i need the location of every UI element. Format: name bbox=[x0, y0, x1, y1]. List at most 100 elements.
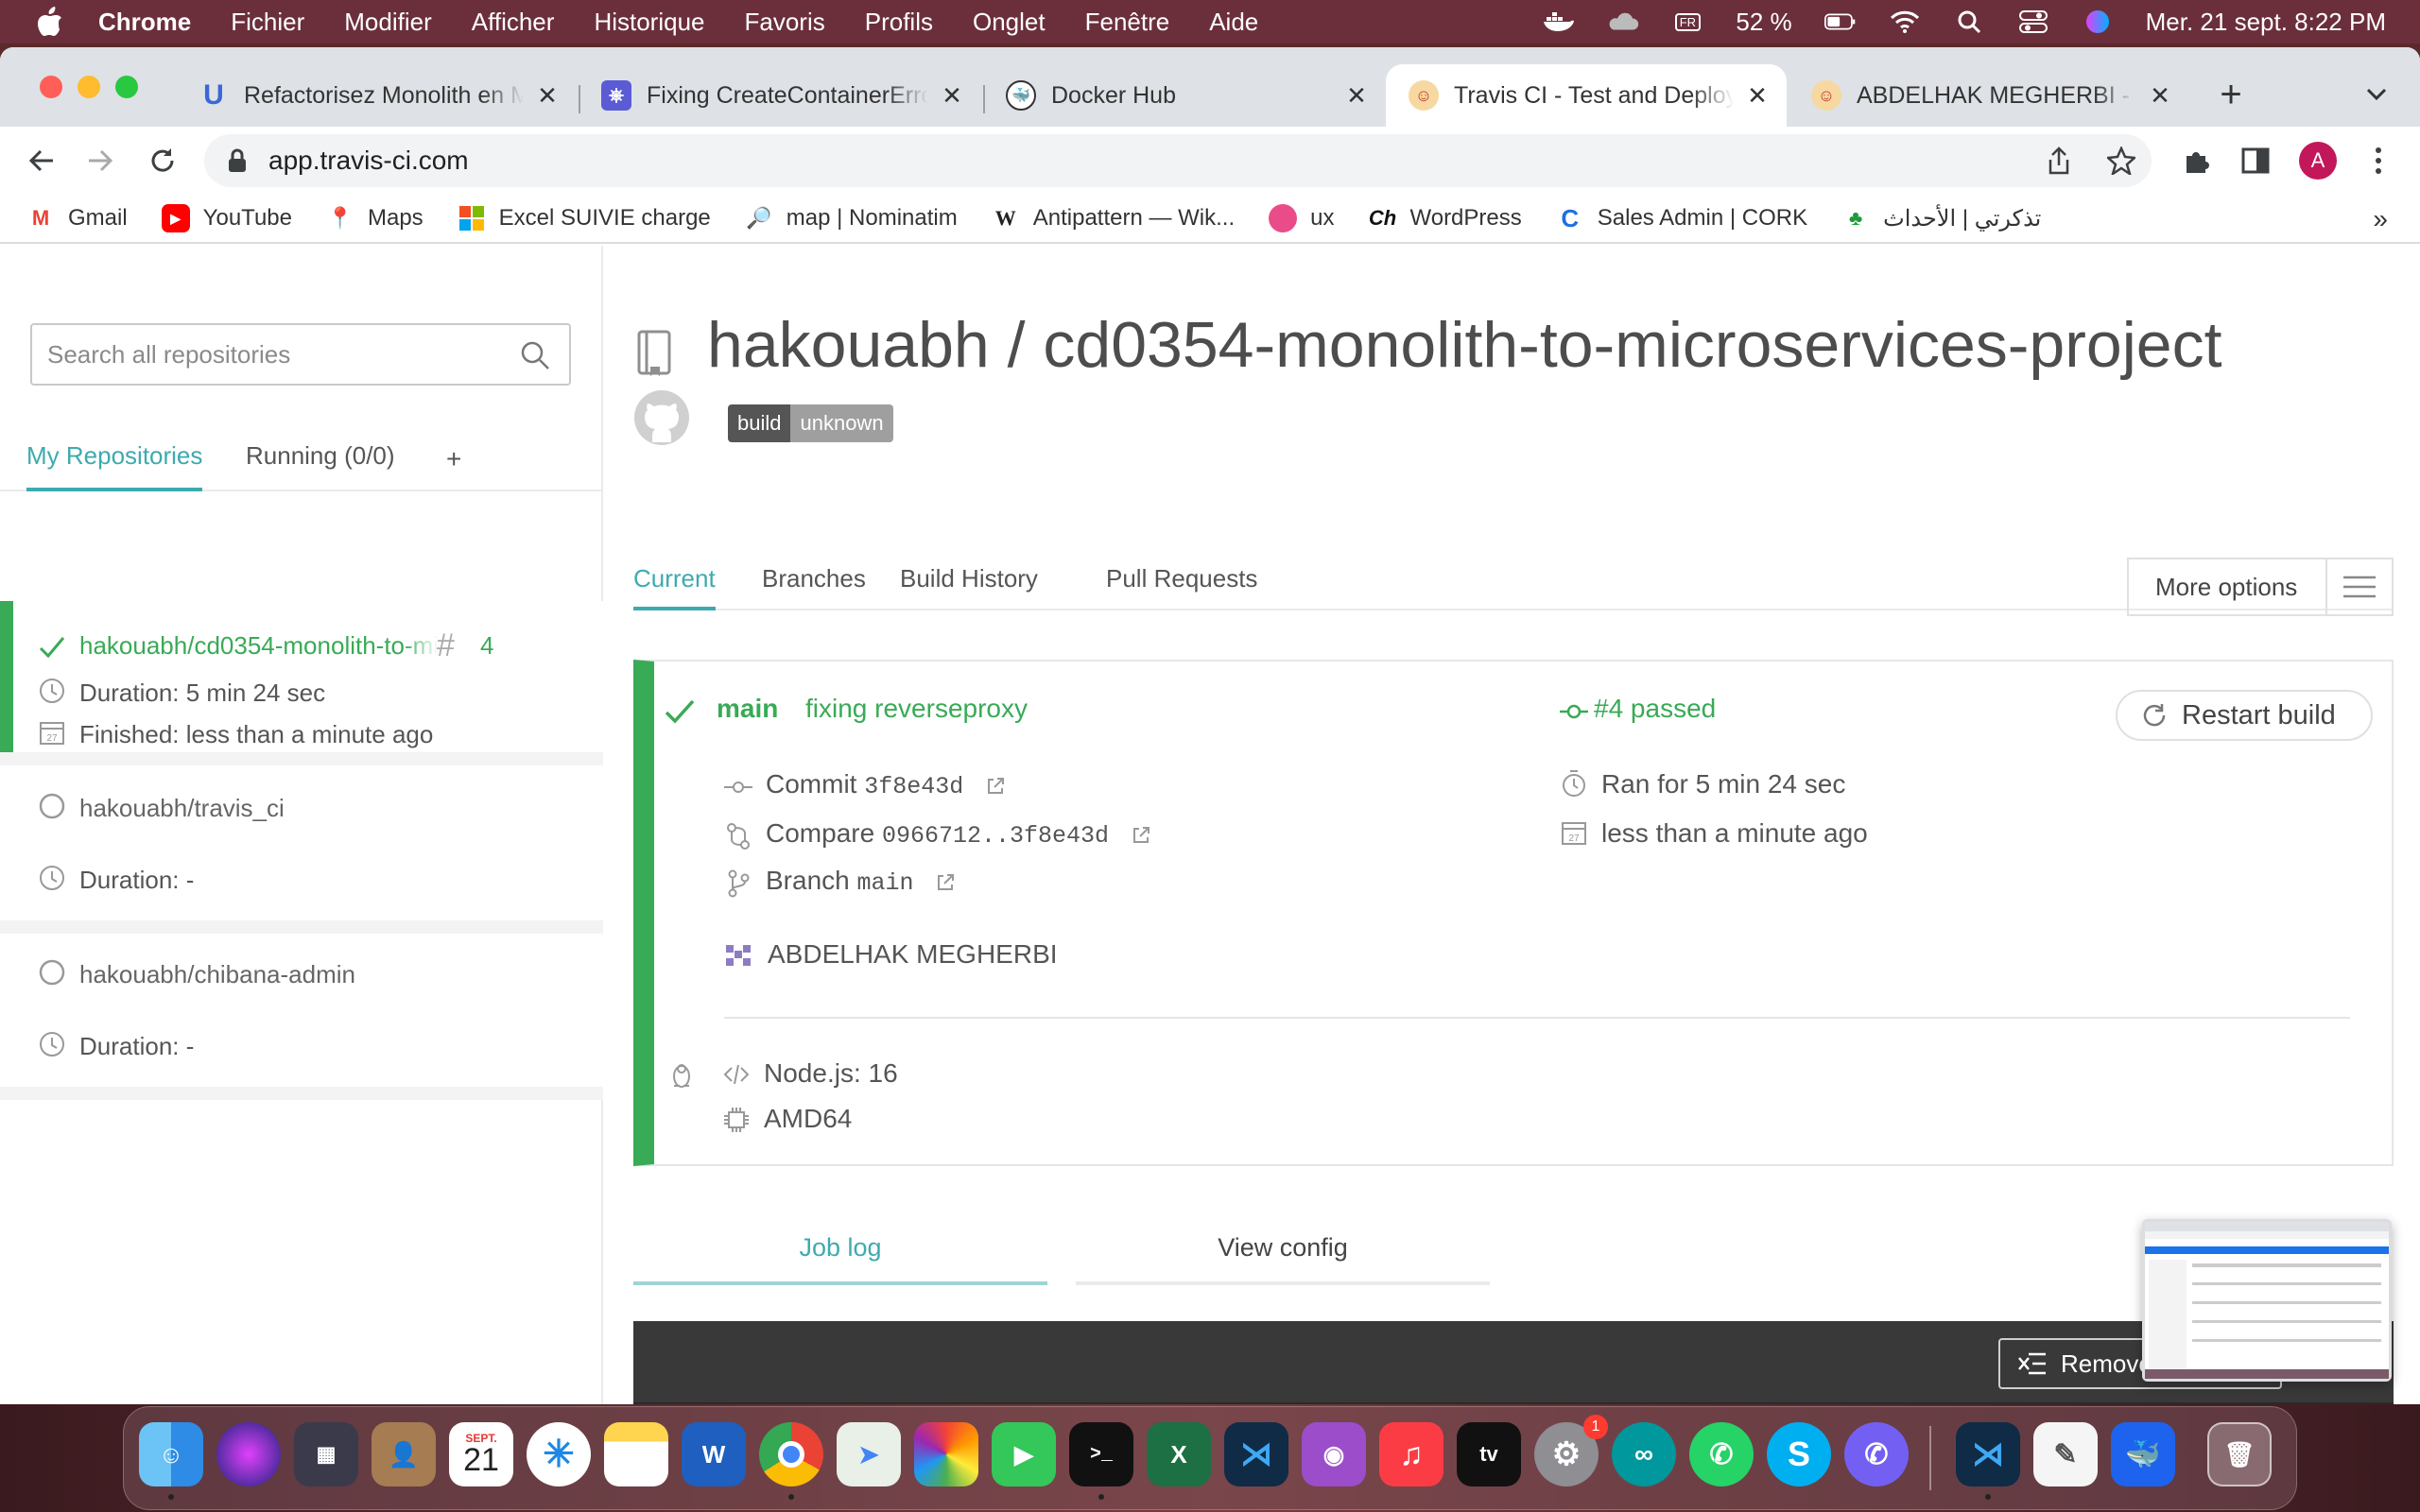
menu-fenetre[interactable]: Fenêtre bbox=[1085, 8, 1170, 37]
chrome-menu-kebab-icon[interactable] bbox=[2360, 142, 2397, 180]
bookmarks-overflow-button[interactable]: » bbox=[2373, 204, 2388, 234]
search-icon[interactable] bbox=[520, 340, 550, 370]
tab-view-config[interactable]: View config bbox=[1076, 1219, 1490, 1285]
commit-row[interactable]: Commit 3f8e43d bbox=[766, 769, 1005, 800]
tab-running[interactable]: Running (0/0) bbox=[246, 435, 395, 491]
cloud-icon[interactable] bbox=[1607, 9, 1639, 34]
more-options-button[interactable]: More options bbox=[2127, 558, 2394, 616]
menu-profils[interactable]: Profils bbox=[865, 8, 933, 37]
spotlight-search-icon[interactable] bbox=[1953, 9, 1985, 34]
tab-current[interactable]: Current bbox=[633, 558, 716, 610]
chrome-icon[interactable] bbox=[759, 1422, 823, 1486]
bookmark-maps[interactable]: 📍 Maps bbox=[326, 204, 423, 232]
repo-item-travis-ci[interactable]: hakouabh/travis_ci Duration: - bbox=[0, 765, 603, 920]
tab-branches[interactable]: Branches bbox=[762, 558, 866, 610]
menu-chrome[interactable]: Chrome bbox=[98, 8, 191, 37]
apple-tv-icon[interactable]: tv bbox=[1457, 1422, 1521, 1486]
tab-docker-hub[interactable]: 🐳 Docker Hub ✕ bbox=[983, 64, 1386, 127]
maps-icon[interactable]: ➤ bbox=[837, 1422, 901, 1486]
menu-aide[interactable]: Aide bbox=[1209, 8, 1258, 37]
repo-item-chibana-admin[interactable]: hakouabh/chibana-admin Duration: - bbox=[0, 934, 603, 1087]
bookmark-wikipedia[interactable]: W Antipattern — Wik... bbox=[992, 204, 1235, 232]
tab-my-repositories[interactable]: My Repositories bbox=[26, 435, 203, 491]
music-icon[interactable]: ♫ bbox=[1379, 1422, 1443, 1486]
repo-name-link[interactable]: hakouabh/travis_ci bbox=[79, 794, 285, 823]
external-link-icon[interactable] bbox=[936, 873, 955, 892]
share-icon[interactable] bbox=[2042, 144, 2076, 178]
vscode-window-icon[interactable]: ⋊ bbox=[1956, 1422, 2020, 1486]
trash-icon[interactable]: 🗑 bbox=[2207, 1422, 2272, 1486]
close-tab-icon[interactable]: ✕ bbox=[1344, 81, 1369, 110]
bookmark-wordpress[interactable]: Ch WordPress bbox=[1369, 204, 1522, 232]
word-icon[interactable]: W bbox=[682, 1422, 746, 1486]
external-link-icon[interactable] bbox=[986, 777, 1005, 796]
apple-logo-icon[interactable] bbox=[34, 6, 66, 38]
minimize-window-button[interactable] bbox=[78, 76, 100, 98]
bookmark-star-icon[interactable] bbox=[2104, 144, 2138, 178]
menu-modifier[interactable]: Modifier bbox=[344, 8, 431, 37]
extensions-puzzle-icon[interactable] bbox=[2178, 142, 2216, 180]
commit-message[interactable]: fixing reverseproxy bbox=[805, 694, 1028, 724]
menu-historique[interactable]: Historique bbox=[594, 8, 704, 37]
input-source-icon[interactable]: FR bbox=[1671, 9, 1703, 34]
tab-pull-requests[interactable]: Pull Requests bbox=[1106, 558, 1257, 610]
forward-arrow-icon[interactable] bbox=[79, 140, 121, 181]
profile-avatar[interactable]: A bbox=[2299, 142, 2337, 180]
podcasts-icon[interactable]: ◉ bbox=[1302, 1422, 1366, 1486]
build-status[interactable]: #4 passed bbox=[1594, 694, 1716, 724]
bookmark-ux[interactable]: ux bbox=[1269, 204, 1335, 232]
repo-item-cd0354[interactable]: hakouabh/cd0354-monolith-to-microservice… bbox=[0, 601, 603, 752]
finder-icon[interactable]: ☺ bbox=[139, 1422, 203, 1486]
bookmark-nominatim[interactable]: 🔎 map | Nominatim bbox=[745, 204, 958, 232]
excel-icon[interactable]: X bbox=[1147, 1422, 1211, 1486]
build-number[interactable]: 4 bbox=[480, 631, 493, 661]
docker-icon[interactable]: 🐳 bbox=[2111, 1422, 2175, 1486]
reload-icon[interactable] bbox=[142, 140, 183, 181]
battery-icon[interactable] bbox=[1824, 9, 1857, 34]
address-bar[interactable]: app.travis-ci.com bbox=[204, 134, 2152, 187]
tab-search-chevron-icon[interactable] bbox=[2358, 77, 2395, 112]
side-panel-icon[interactable] bbox=[2237, 142, 2274, 180]
wifi-icon[interactable] bbox=[1889, 9, 1921, 34]
notes-icon[interactable] bbox=[604, 1422, 668, 1486]
github-icon[interactable] bbox=[633, 389, 690, 446]
bookmark-sales-admin[interactable]: C Sales Admin | CORK bbox=[1556, 204, 1807, 232]
contacts-icon[interactable]: 👤 bbox=[372, 1422, 436, 1486]
repo-name-link[interactable]: hakouabh/cd0354-monolith-to-microservice… bbox=[79, 631, 439, 661]
launchpad-icon[interactable]: ▦ bbox=[294, 1422, 358, 1486]
menu-favoris[interactable]: Favoris bbox=[745, 8, 825, 37]
photos-icon[interactable] bbox=[914, 1422, 978, 1486]
search-repositories-input[interactable]: Search all repositories bbox=[30, 323, 571, 386]
menu-onglet[interactable]: Onglet bbox=[973, 8, 1046, 37]
build-branch[interactable]: main bbox=[717, 694, 778, 724]
repo-name-link[interactable]: hakouabh/chibana-admin bbox=[79, 960, 355, 989]
tab-refactorisez-monolith[interactable]: U Refactorisez Monolith en Micros ✕ bbox=[176, 64, 577, 127]
close-tab-icon[interactable]: ✕ bbox=[2148, 81, 2172, 110]
tab-build-history[interactable]: Build History bbox=[900, 558, 1038, 610]
bookmark-gmail[interactable]: M Gmail bbox=[26, 204, 128, 232]
close-tab-icon[interactable]: ✕ bbox=[1745, 81, 1770, 110]
whatsapp-icon[interactable]: ✆ bbox=[1689, 1422, 1754, 1486]
close-window-button[interactable] bbox=[40, 76, 62, 98]
docker-status-icon[interactable] bbox=[1543, 9, 1575, 34]
external-link-icon[interactable] bbox=[1132, 826, 1150, 845]
tab-abdelhak-profile[interactable]: ☺ ABDELHAK MEGHERBI - Profile ✕ bbox=[1789, 64, 2189, 127]
close-tab-icon[interactable]: ✕ bbox=[940, 81, 964, 110]
control-center-icon[interactable] bbox=[2017, 9, 2049, 34]
menu-afficher[interactable]: Afficher bbox=[472, 8, 555, 37]
skype-icon[interactable]: S bbox=[1767, 1422, 1831, 1486]
branch-row[interactable]: Branch main bbox=[766, 866, 955, 897]
terminal-icon[interactable]: >_ bbox=[1069, 1422, 1133, 1486]
close-tab-icon[interactable]: ✕ bbox=[535, 81, 560, 110]
build-status-badge[interactable]: build unknown bbox=[728, 404, 893, 442]
back-arrow-icon[interactable] bbox=[21, 140, 62, 181]
viber-icon[interactable]: ✆ bbox=[1844, 1422, 1909, 1486]
menu-fichier[interactable]: Fichier bbox=[231, 8, 304, 37]
bookmark-youtube[interactable]: ▶ YouTube bbox=[161, 204, 292, 232]
tab-fixing-createcontainererror[interactable]: ⎈ Fixing CreateContainerError ✕ bbox=[579, 64, 981, 127]
bookmark-excel[interactable]: Excel SUIVIE charge bbox=[458, 204, 711, 232]
screenshot-thumbnail-preview[interactable] bbox=[2142, 1219, 2392, 1382]
vscode-icon[interactable]: ⋊ bbox=[1224, 1422, 1288, 1486]
facetime-icon[interactable]: ▶ bbox=[992, 1422, 1056, 1486]
safari-icon[interactable]: ✳ bbox=[527, 1422, 591, 1486]
